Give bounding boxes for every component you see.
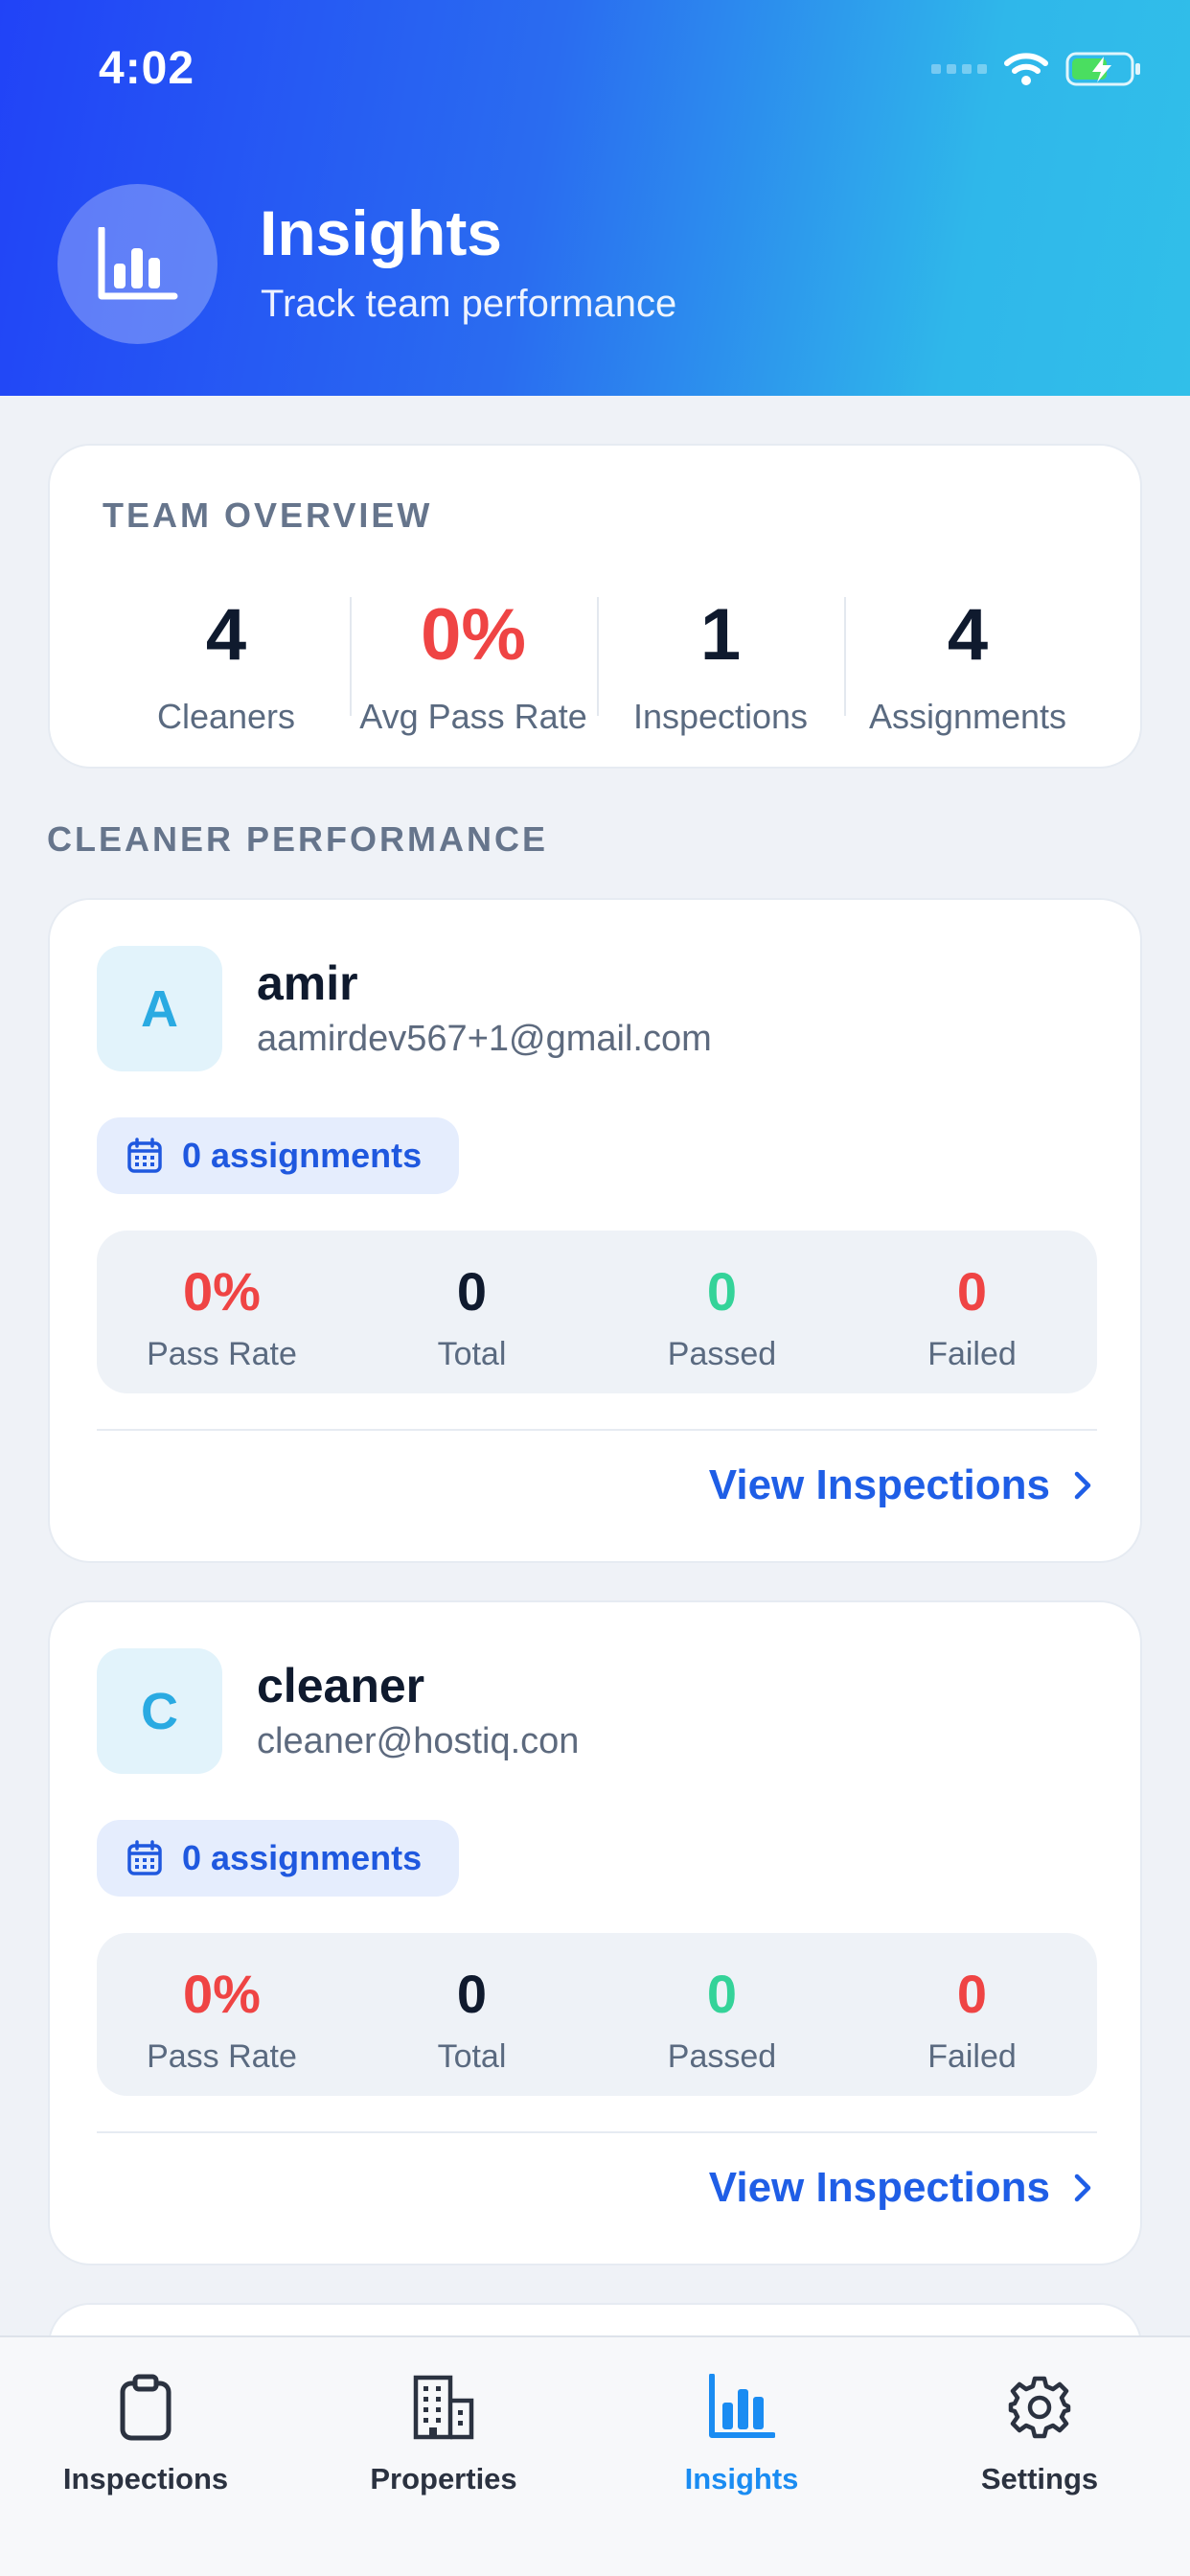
stat-label: Passed xyxy=(667,1336,777,1372)
stat-value: 0% xyxy=(421,594,526,676)
tab-insights[interactable]: Insights xyxy=(598,2366,885,2496)
stat-total: 0 Total xyxy=(347,1933,597,2096)
cleaner-stats: 0% Pass Rate 0 Total 0 Passed 0 Failed xyxy=(97,1230,1097,1393)
cleaner-email: aamirdev567+1@gmail.com xyxy=(257,1019,712,1059)
bar-chart-icon xyxy=(709,2374,775,2438)
battery-charging-icon xyxy=(1065,52,1140,86)
stat-failed: 0 Failed xyxy=(847,1230,1097,1393)
stat-label: Assignments xyxy=(868,697,1067,736)
calendar-icon xyxy=(127,1840,162,1875)
chevron-right-icon xyxy=(1074,1471,1091,1500)
cleaner-email: cleaner@hostiq.con xyxy=(257,1721,580,1761)
stat-label: Passed xyxy=(667,2038,777,2075)
stat-cleaners: 4 Cleaners xyxy=(103,589,350,737)
divider xyxy=(97,1429,1097,1431)
bar-chart-icon xyxy=(98,226,177,299)
overview-stats: 4 Cleaners 0% Avg Pass Rate 1 Inspection… xyxy=(103,589,1091,737)
stat-label: Avg Pass Rate xyxy=(359,697,587,736)
stat-value: 0 xyxy=(706,1964,738,2024)
status-time: 4:02 xyxy=(99,43,195,94)
stat-value: 4 xyxy=(205,594,247,676)
avatar: A xyxy=(97,946,222,1071)
calendar-icon xyxy=(127,1138,162,1173)
page-title: Insights xyxy=(260,197,503,268)
stat-label: Failed xyxy=(927,1336,1017,1372)
stat-value: 0 xyxy=(956,1964,988,2024)
tab-label: Inspections xyxy=(62,2462,229,2496)
status-icons xyxy=(931,48,1142,90)
stat-value: 0% xyxy=(183,1964,261,2024)
assignments-count: 0 assignments xyxy=(182,1136,423,1175)
tab-bar: Inspections Properties Insights Settings xyxy=(0,2335,1190,2576)
assignments-badge: 0 assignments xyxy=(97,1117,459,1194)
stat-label: Pass Rate xyxy=(147,1336,297,1372)
tab-inspections[interactable]: Inspections xyxy=(2,2366,289,2496)
avatar: C xyxy=(97,1648,222,1774)
insights-header-icon xyxy=(57,184,217,344)
stat-value: 0 xyxy=(456,1964,488,2024)
stat-value: 1 xyxy=(699,594,742,676)
stat-label: Failed xyxy=(927,2038,1017,2075)
stat-passed: 0 Passed xyxy=(597,1230,847,1393)
stat-value: 4 xyxy=(947,594,989,676)
page-subtitle: Track team performance xyxy=(261,283,677,325)
stat-passed: 0 Passed xyxy=(597,1933,847,2096)
stat-label: Total xyxy=(437,1336,507,1372)
team-overview-label: TEAM OVERVIEW xyxy=(103,495,433,535)
stat-inspections: 1 Inspections xyxy=(597,589,844,736)
stat-label: Pass Rate xyxy=(147,2038,297,2075)
stat-label: Cleaners xyxy=(156,697,296,736)
stat-value: 0 xyxy=(456,1261,488,1322)
cleaner-stats: 0% Pass Rate 0 Total 0 Passed 0 Failed xyxy=(97,1933,1097,2096)
cleaner-name: amir xyxy=(257,956,358,1010)
view-inspections-link[interactable]: View Inspections xyxy=(709,2164,1092,2212)
stat-label: Inspections xyxy=(632,697,809,736)
assignments-badge: 0 assignments xyxy=(97,1820,459,1897)
view-inspections-label: View Inspections xyxy=(708,2164,1050,2211)
clipboard-icon xyxy=(120,2374,172,2441)
stat-avg-pass-rate: 0% Avg Pass Rate xyxy=(350,589,597,736)
tab-label: Properties xyxy=(370,2462,517,2496)
building-icon xyxy=(413,2375,474,2440)
team-overview-card: TEAM OVERVIEW 4 Cleaners 0% Avg Pass Rat… xyxy=(48,444,1142,769)
assignments-count: 0 assignments xyxy=(182,1838,423,1877)
wifi-icon xyxy=(1004,53,1048,85)
cleaner-card: C cleaner cleaner@hostiq.con 0 assignmen… xyxy=(48,1600,1142,2266)
stat-value: 0 xyxy=(706,1261,738,1322)
stat-value: 0 xyxy=(956,1261,988,1322)
view-inspections-link[interactable]: View Inspections xyxy=(709,1461,1092,1509)
cleaner-card: A amir aamirdev567+1@gmail.com 0 assignm… xyxy=(48,898,1142,1563)
stat-assignments: 4 Assignments xyxy=(844,589,1091,736)
gear-icon xyxy=(1008,2376,1071,2439)
stat-failed: 0 Failed xyxy=(847,1933,1097,2096)
cellular-signal-icon xyxy=(931,64,987,74)
tab-settings[interactable]: Settings xyxy=(896,2366,1183,2496)
divider xyxy=(97,2131,1097,2133)
stat-total: 0 Total xyxy=(347,1230,597,1393)
stat-label: Total xyxy=(437,2038,507,2075)
chevron-right-icon xyxy=(1074,2174,1091,2202)
view-inspections-label: View Inspections xyxy=(708,1461,1050,1508)
tab-label: Settings xyxy=(980,2462,1099,2496)
cleaner-name: cleaner xyxy=(257,1659,425,1713)
stat-value: 0% xyxy=(183,1261,261,1322)
header: 4:02 Insights Track team performance xyxy=(0,0,1190,396)
cleaner-performance-label: CLEANER PERFORMANCE xyxy=(47,819,549,859)
stat-pass-rate: 0% Pass Rate xyxy=(97,1230,347,1393)
stat-pass-rate: 0% Pass Rate xyxy=(97,1933,347,2096)
tab-label: Insights xyxy=(684,2462,799,2496)
tab-properties[interactable]: Properties xyxy=(300,2366,587,2496)
